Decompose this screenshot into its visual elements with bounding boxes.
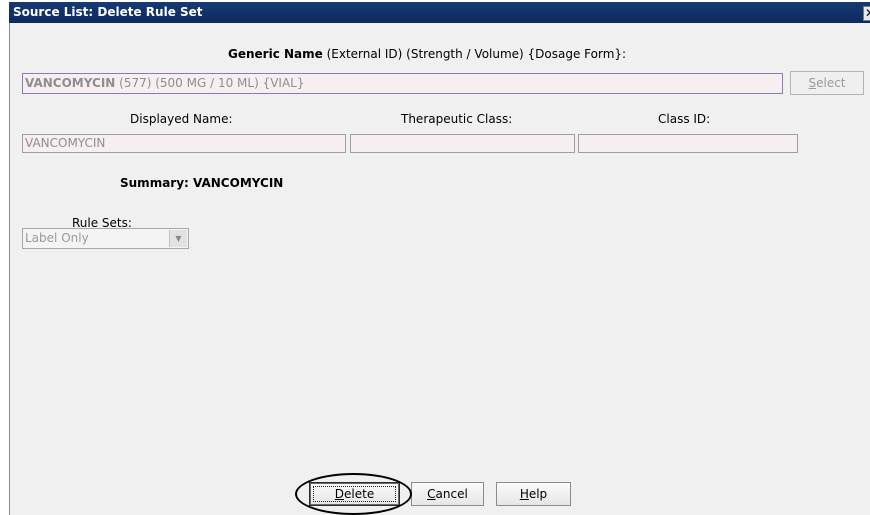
generic-name-field[interactable]: VANCOMYCIN (577) (500 MG / 10 ML) {VIAL} bbox=[22, 73, 783, 94]
close-glyph: ✕ bbox=[865, 6, 870, 20]
generic-name-value-rest: (577) (500 MG / 10 ML) {VIAL} bbox=[115, 76, 305, 90]
cancel-button[interactable]: Cancel bbox=[411, 482, 484, 506]
dialog-window: Source List: Delete Rule Set ✕ Generic N… bbox=[0, 0, 870, 515]
generic-name-value-bold: VANCOMYCIN bbox=[25, 76, 116, 90]
title-bar: Source List: Delete Rule Set ✕ bbox=[9, 2, 870, 23]
generic-name-label-bold: Generic Name bbox=[228, 47, 323, 61]
select-button-suffix: elect bbox=[816, 76, 846, 90]
dialog-body: Generic Name (External ID) (Strength / V… bbox=[10, 23, 870, 515]
therapeutic-class-field[interactable] bbox=[350, 134, 575, 153]
select-button-mnemonic: S bbox=[808, 76, 817, 90]
cancel-suffix: ancel bbox=[435, 487, 468, 501]
rule-sets-dropdown[interactable]: Label Only ▼ bbox=[22, 228, 189, 249]
cancel-mnemonic: C bbox=[427, 487, 436, 501]
generic-name-label: Generic Name (External ID) (Strength / V… bbox=[228, 47, 626, 61]
close-icon[interactable]: ✕ bbox=[863, 6, 870, 21]
displayed-name-field[interactable]: VANCOMYCIN bbox=[22, 134, 346, 153]
class-id-field[interactable] bbox=[578, 134, 798, 153]
therapeutic-class-label: Therapeutic Class: bbox=[401, 112, 513, 126]
rule-sets-selected: Label Only bbox=[25, 231, 89, 245]
displayed-name-label: Displayed Name: bbox=[130, 112, 233, 126]
class-id-label: Class ID: bbox=[658, 112, 711, 126]
highlight-ellipse bbox=[295, 473, 412, 515]
chevron-down-icon[interactable]: ▼ bbox=[169, 230, 187, 247]
summary-label: Summary: VANCOMYCIN bbox=[120, 176, 284, 190]
select-button[interactable]: Select bbox=[790, 71, 864, 95]
window-title: Source List: Delete Rule Set bbox=[13, 5, 203, 19]
help-suffix: elp bbox=[528, 487, 548, 501]
generic-name-label-rest: (External ID) (Strength / Volume) {Dosag… bbox=[322, 47, 627, 61]
help-button[interactable]: Help bbox=[496, 482, 571, 506]
help-mnemonic: H bbox=[519, 487, 529, 501]
